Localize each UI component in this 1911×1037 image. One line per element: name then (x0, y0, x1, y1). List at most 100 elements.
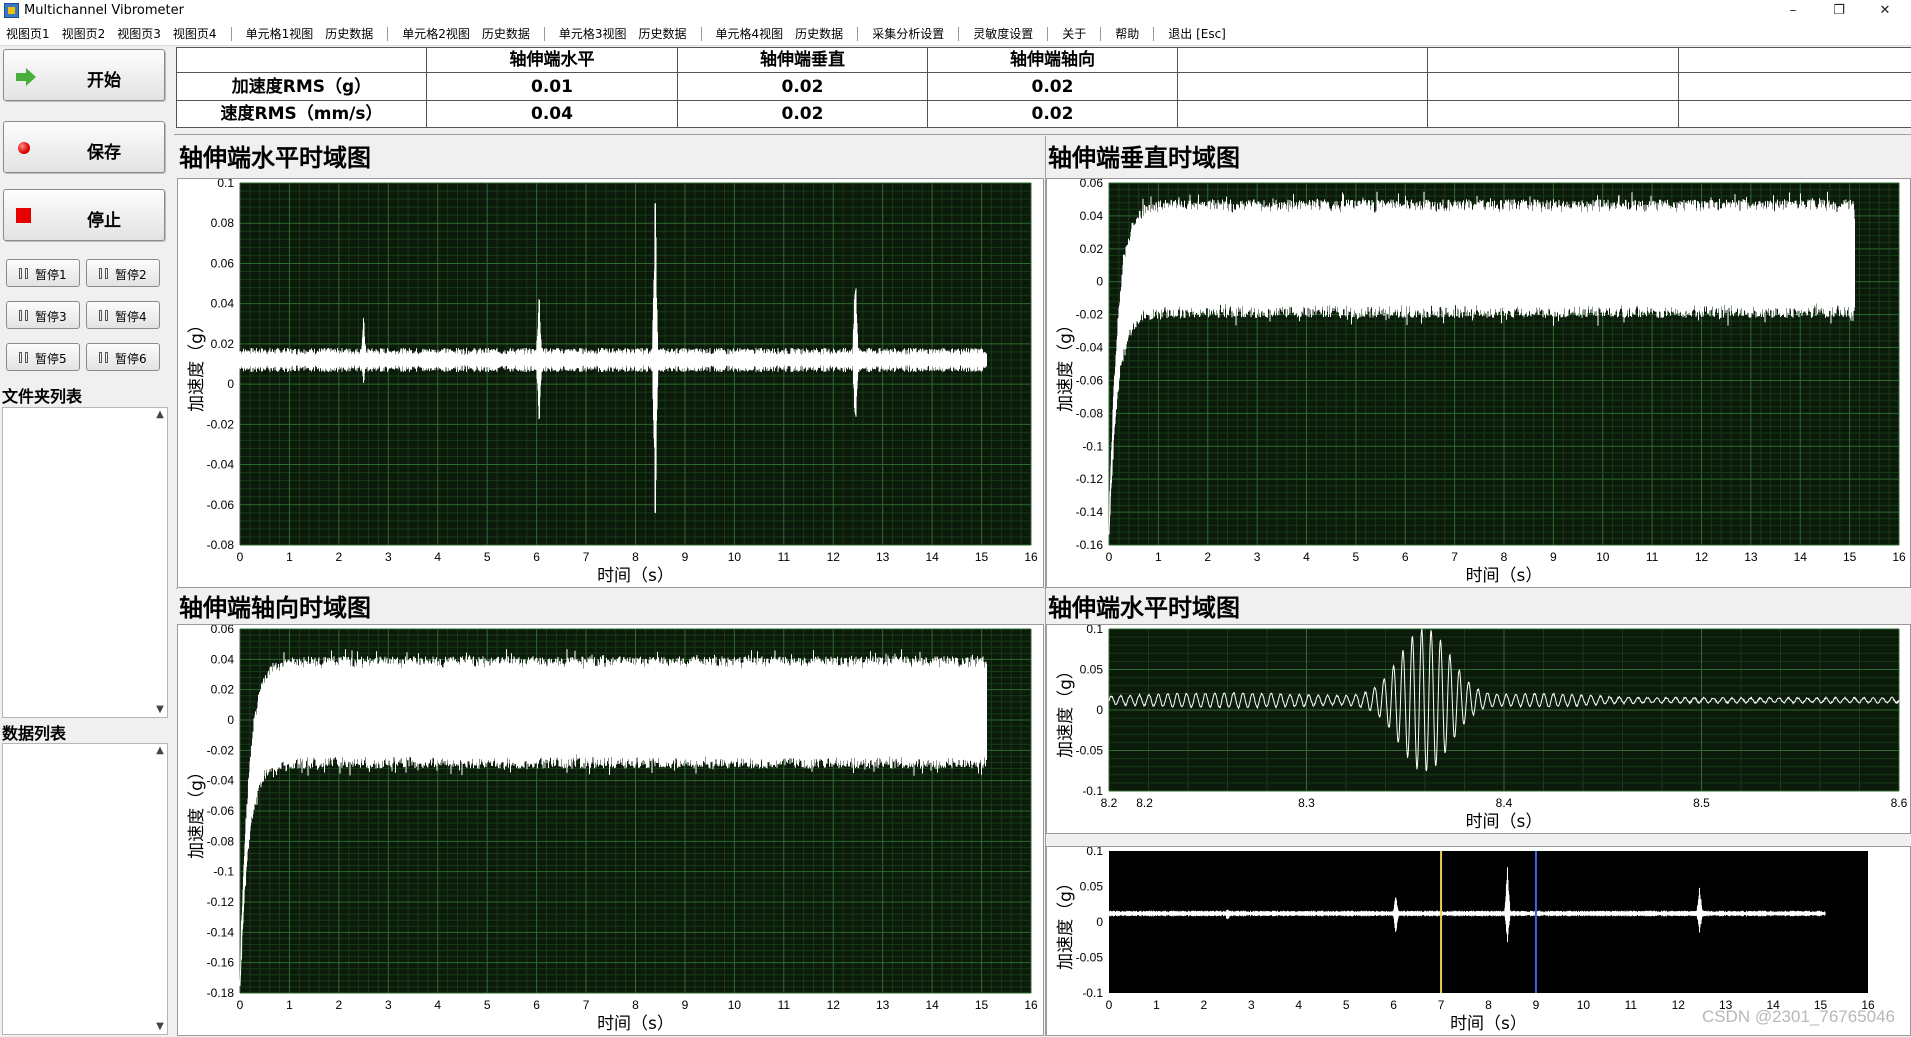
y-tick-label: -0.16 (207, 956, 235, 970)
menu-item[interactable]: 采集分析设置 (866, 25, 950, 42)
folder-listbox[interactable]: ▲ ▼ (2, 407, 168, 718)
y-tick-label: 0.06 (211, 625, 235, 636)
y-tick-label: -0.08 (1076, 406, 1104, 420)
menu-item[interactable]: 视图页2 (56, 25, 112, 42)
table-cell: 0.02 (927, 100, 1178, 128)
x-tick-label: 4 (1295, 998, 1302, 1012)
y-tick-label: 0.06 (1080, 179, 1104, 190)
scroll-down-icon[interactable]: ▼ (153, 703, 167, 717)
table-cell (1427, 72, 1679, 101)
chart-title: 轴伸端轴向时域图 (179, 594, 371, 622)
x-tick-label: 13 (1744, 550, 1758, 564)
x-tick-label: 11 (778, 998, 791, 1012)
scroll-down-icon[interactable]: ▼ (153, 1020, 167, 1034)
x-tick-label: 5 (484, 550, 491, 564)
y-tick-label: -0.1 (213, 865, 234, 879)
x-tick-label: 0 (237, 998, 244, 1012)
y-tick-label: 0.1 (217, 179, 234, 190)
menu-item[interactable]: 视图页4 (167, 25, 223, 42)
x-tick-label: 1 (286, 998, 293, 1012)
chart-frame: 0 1 2 3 4 5 6 7 8 9 10 11 12 13 14 15 16 -0.18 -0.16 -0.14-… (177, 624, 1044, 1036)
x-tick-label: 9 (682, 550, 689, 564)
close-button[interactable]: ✕ (1862, 0, 1908, 22)
restore-button[interactable]: ❐ (1816, 0, 1862, 22)
menu-item[interactable]: 单元格2视图 (396, 25, 476, 42)
menu-item[interactable]: 单元格1视图 (240, 25, 320, 42)
data-list-scrollbar[interactable]: ▲ ▼ (153, 744, 167, 1034)
y-tick-label: 0.06 (211, 256, 235, 270)
minimize-button[interactable]: – (1770, 0, 1816, 22)
save-button[interactable]: 保存 (3, 121, 165, 173)
menu-item[interactable]: 视图页1 (0, 25, 56, 42)
data-listbox[interactable]: ▲ ▼ (2, 743, 168, 1035)
stop-button[interactable]: 停止 (3, 189, 165, 241)
y-tick-label: -0.04 (1076, 341, 1104, 355)
y-tick-label: 0.08 (211, 216, 235, 230)
menu-item[interactable]: 帮助 (1109, 25, 1145, 42)
y-tick-label: -0.14 (1076, 505, 1104, 519)
pause-button-1[interactable]: 暂停1 (6, 259, 80, 287)
chart-horizontal-timedomain[interactable]: 0 1 2 3 4 5 6 7 8 9 10 11 12 13 14 15 16-0.08-0.06-0.04-… (178, 179, 1043, 587)
menu-separator (1153, 26, 1155, 41)
table-cell (1678, 100, 1911, 128)
pause-button-6[interactable]: 暂停6 (86, 343, 160, 371)
x-tick-label: 0 (1106, 550, 1113, 564)
table-cell (1678, 72, 1911, 101)
pause-button-label: 暂停4 (115, 310, 147, 324)
x-tick-label: 7 (1451, 550, 1458, 564)
folder-list-label: 文件夹列表 (2, 387, 83, 406)
folder-list-scrollbar[interactable]: ▲ ▼ (153, 408, 167, 717)
scroll-up-icon[interactable]: ▲ (153, 408, 167, 422)
scroll-up-icon[interactable]: ▲ (153, 744, 167, 758)
menu-item[interactable]: 关于 (1056, 25, 1092, 42)
x-tick-label: 3 (1248, 998, 1255, 1012)
x-tick-label: 13 (876, 998, 890, 1012)
table-cell: 0.04 (426, 100, 678, 128)
pause-button-5[interactable]: 暂停5 (6, 343, 80, 371)
chart-frame: 0 1 2 3 4 5 6 7 8 9 10 11 12 13 14 15 16 -0.08 -0.06 -0.04-… (177, 178, 1044, 588)
x-tick-label: 8 (632, 998, 639, 1012)
x-tick-label: 2 (336, 550, 343, 564)
x-tick-label: 8 (632, 550, 639, 564)
grid (1108, 628, 1900, 792)
x-tick-label: 12 (1695, 550, 1709, 564)
x-tick-label: 6 (1390, 998, 1397, 1012)
table-header-cell (176, 47, 427, 73)
start-button[interactable]: 开始 (3, 49, 165, 101)
pause-button-3[interactable]: 暂停3 (6, 301, 80, 329)
x-tick-label: 10 (728, 998, 742, 1012)
menu-item[interactable]: 历史数据 (789, 25, 849, 42)
table-cell: 0.02 (927, 72, 1178, 101)
y-tick-label: 0.1 (1086, 847, 1103, 858)
y-tick-label: -0.1 (1082, 439, 1103, 453)
menu-item[interactable]: 历史数据 (476, 25, 536, 42)
pause-button-2[interactable]: 暂停2 (86, 259, 160, 287)
x-tick-label: 7 (1438, 998, 1445, 1012)
chart-axial-timedomain[interactable]: 0 1 2 3 4 5 6 7 8 9 10 11 12 13 14 15 16-0.18-0.16-0.14-… (178, 625, 1043, 1035)
chart-title: 轴伸端水平时域图 (1048, 594, 1240, 622)
y-tick-label: -0.16 (1076, 538, 1104, 552)
x-tick-label: 14 (925, 550, 939, 564)
menu-item[interactable]: 灵敏度设置 (967, 25, 1039, 42)
menu-item[interactable]: 历史数据 (319, 25, 379, 42)
menu-item[interactable]: 单元格3视图 (553, 25, 633, 42)
menu-item[interactable]: 单元格4视图 (710, 25, 790, 42)
x-tick-label: 12 (827, 998, 841, 1012)
y-tick-label: -0.12 (1076, 472, 1104, 486)
plot-area (1109, 851, 1868, 993)
chart-vertical-timedomain[interactable]: 0 1 2 3 4 5 6 7 8 9 10 11 12 13 14 15 16-0.16-0.14-0.12-… (1047, 179, 1910, 587)
pause-button-4[interactable]: 暂停4 (86, 301, 160, 329)
menu-separator (387, 26, 389, 41)
menu-item[interactable]: 退出 [Esc] (1162, 25, 1232, 42)
y-tick-label: 0 (1096, 275, 1103, 289)
menu-item[interactable]: 视图页3 (111, 25, 167, 42)
table-cell: 0.02 (677, 100, 928, 128)
pause-button-label: 暂停3 (35, 310, 67, 324)
table-cell (1177, 100, 1428, 128)
window-title: Multichannel Vibrometer (24, 3, 184, 18)
y-axis-label: 加速度（g） (187, 763, 207, 859)
chart-horizontal-zoom[interactable]: 8.2 8.2 8.3 8.4 8.5 8.6 -0.1 -0.05 0 0.05 0.1 时间（s）… (1047, 625, 1910, 833)
table-header-cell (1177, 47, 1428, 73)
y-axis-label: 加速度（g） (1056, 662, 1076, 758)
menu-item[interactable]: 历史数据 (633, 25, 693, 42)
